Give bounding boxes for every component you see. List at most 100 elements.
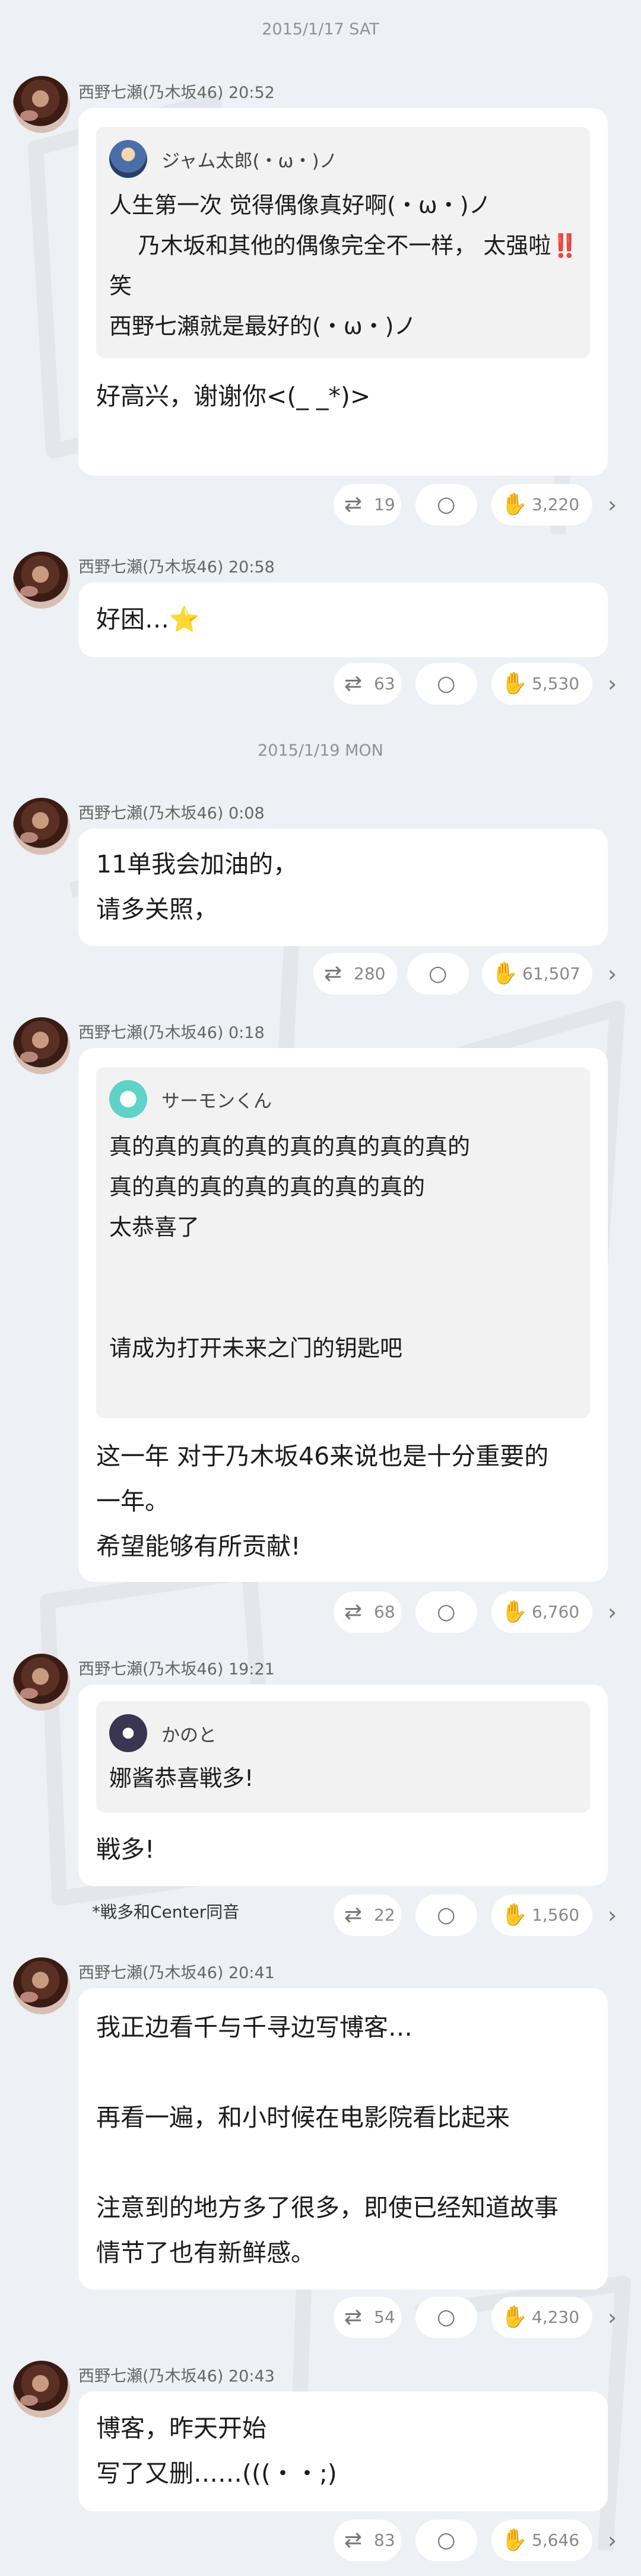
avatar[interactable]: [13, 1957, 70, 2014]
footnote: *戦多和Center同音: [92, 1902, 240, 1922]
quoted-avatar: [109, 1080, 147, 1118]
clap-icon: ✋: [501, 671, 528, 696]
date-separator: 2015/1/19 MON: [258, 741, 383, 760]
comment-icon: ○: [437, 492, 456, 517]
avatar[interactable]: [13, 798, 70, 855]
message-bubble: 好困…⭐: [78, 582, 608, 657]
chevron-right-icon[interactable]: ›: [608, 663, 626, 705]
date-separator: 2015/1/17 SAT: [262, 20, 379, 39]
comment-icon: ○: [437, 1600, 456, 1624]
comment-button[interactable]: ○: [415, 2297, 477, 2338]
quoted-text: 娜酱恭喜戦多!: [109, 1765, 254, 1791]
avatar[interactable]: [13, 1654, 70, 1711]
clap-button[interactable]: ✋ 6,760: [491, 1591, 592, 1633]
clap-count: 5,646: [532, 2530, 580, 2550]
clap-button[interactable]: ✋ 5,530: [491, 663, 592, 705]
message-bubble: 11单我会加油的， 请多关照，: [78, 829, 608, 946]
clap-count: 3,220: [532, 495, 580, 514]
comment-button[interactable]: ○: [415, 663, 477, 705]
clap-count: 5,530: [532, 674, 580, 693]
clap-button[interactable]: ✋ 4,230: [491, 2297, 592, 2338]
retweet-icon: ⇄: [344, 1600, 363, 1624]
retweet-count: 280: [354, 964, 386, 983]
quoted-avatar: [109, 140, 147, 178]
quoted-text: 真的真的真的真的真的真的真的真的 真的真的真的真的真的真的真的 太恭喜了 请成为…: [109, 1133, 471, 1361]
clap-button[interactable]: ✋ 3,220: [491, 484, 592, 526]
message-text: 好困…⭐: [96, 605, 200, 633]
clap-button[interactable]: ✋ 1,560: [491, 1894, 592, 1936]
sender-name: 西野七瀬(乃木坂46) 20:58: [78, 558, 275, 577]
clap-icon: ✋: [501, 492, 528, 517]
comment-icon: ○: [437, 2305, 456, 2329]
sender-name: 西野七瀬(乃木坂46) 19:21: [78, 1660, 275, 1679]
message-bubble: かのと 娜酱恭喜戦多! 戦多!: [78, 1685, 608, 1886]
clap-button[interactable]: ✋ 61,507: [482, 953, 592, 995]
message-bubble: ジャム太郎(・ω・)ノ 人生第一次 觉得偶像真好啊(・ω・)ノ 乃木坂和其他的偶…: [78, 108, 608, 476]
clap-count: 6,760: [532, 1602, 580, 1622]
message-bubble: サーモンくん 真的真的真的真的真的真的真的真的 真的真的真的真的真的真的真的 太…: [78, 1048, 608, 1582]
sender-name: 西野七瀬(乃木坂46) 0:08: [78, 804, 265, 823]
retweet-count: 22: [374, 1905, 395, 1925]
sender-name: 西野七瀬(乃木坂46) 0:18: [78, 1024, 265, 1042]
comment-button[interactable]: ○: [407, 953, 469, 995]
avatar[interactable]: [13, 552, 70, 609]
retweet-button[interactable]: ⇄ 22: [334, 1894, 401, 1936]
chevron-right-icon[interactable]: ›: [608, 1591, 626, 1633]
quoted-message: かのと 娜酱恭喜戦多!: [96, 1701, 590, 1813]
chevron-right-icon[interactable]: ›: [608, 2297, 626, 2338]
clap-button[interactable]: ✋ 5,646: [491, 2520, 592, 2561]
message-text: 11单我会加油的， 请多关照，: [96, 850, 298, 924]
message-bubble: 我正边看千与千寻边写博客… 再看一遍，和小时候在电影院看比起来 注意到的地方多了…: [78, 1988, 608, 2290]
sender-name: 西野七瀬(乃木坂46) 20:41: [78, 1964, 275, 1982]
chevron-right-icon[interactable]: ›: [608, 1894, 626, 1936]
quoted-name: ジャム太郎(・ω・)ノ: [161, 151, 338, 172]
message-bubble: 博客，昨天开始 写了又删……(((・・;): [78, 2392, 608, 2511]
message-text: 戦多!: [96, 1835, 155, 1864]
clap-count: 4,230: [532, 2307, 580, 2327]
retweet-button[interactable]: ⇄ 68: [334, 1591, 401, 1633]
clap-icon: ✋: [501, 1903, 528, 1927]
retweet-icon: ⇄: [344, 671, 363, 696]
retweet-count: 83: [374, 2530, 395, 2550]
comment-button[interactable]: ○: [415, 484, 477, 526]
quoted-message: サーモンくん 真的真的真的真的真的真的真的真的 真的真的真的真的真的真的真的 太…: [96, 1067, 590, 1418]
message-text: 这一年 对于乃木坂46来说也是十分重要的 一年。 希望能够有所贡献!: [96, 1442, 549, 1561]
comment-icon: ○: [437, 2528, 456, 2552]
sender-name: 西野七瀬(乃木坂46) 20:43: [78, 2367, 275, 2386]
clap-count: 1,560: [532, 1905, 580, 1925]
quoted-text: 人生第一次 觉得偶像真好啊(・ω・)ノ 乃木坂和其他的偶像完全不一样， 太强啦‼…: [109, 192, 579, 339]
retweet-count: 63: [374, 674, 395, 693]
clap-count: 61,507: [522, 964, 580, 983]
retweet-count: 19: [374, 495, 395, 514]
retweet-count: 54: [374, 2307, 395, 2327]
retweet-icon: ⇄: [324, 961, 342, 986]
quoted-avatar: [109, 1714, 147, 1752]
clap-icon: ✋: [501, 1600, 528, 1624]
message-text: 我正边看千与千寻边写博客… 再看一遍，和小时候在电影院看比起来 注意到的地方多了…: [96, 2013, 559, 2267]
avatar[interactable]: [13, 1017, 70, 1074]
comment-button[interactable]: ○: [415, 1591, 477, 1633]
chevron-right-icon[interactable]: ›: [608, 484, 626, 526]
retweet-button[interactable]: ⇄ 19: [334, 484, 401, 526]
retweet-button[interactable]: ⇄ 280: [313, 953, 398, 995]
message-text: 博客，昨天开始 写了又删……(((・・;): [96, 2414, 337, 2488]
comment-icon: ○: [429, 961, 448, 986]
retweet-icon: ⇄: [344, 2528, 363, 2552]
chevron-right-icon[interactable]: ›: [608, 2520, 626, 2561]
chevron-right-icon[interactable]: ›: [608, 953, 626, 995]
retweet-button[interactable]: ⇄ 54: [334, 2297, 401, 2338]
clap-icon: ✋: [501, 2528, 528, 2552]
retweet-button[interactable]: ⇄ 63: [334, 663, 401, 705]
retweet-count: 68: [374, 1602, 395, 1622]
retweet-icon: ⇄: [344, 1903, 363, 1927]
quoted-message: ジャム太郎(・ω・)ノ 人生第一次 觉得偶像真好啊(・ω・)ノ 乃木坂和其他的偶…: [96, 127, 590, 358]
avatar[interactable]: [13, 76, 70, 133]
comment-button[interactable]: ○: [415, 2520, 477, 2561]
avatar[interactable]: [13, 2361, 70, 2418]
quoted-name: かのと: [161, 1725, 217, 1746]
retweet-button[interactable]: ⇄ 83: [334, 2520, 401, 2561]
message-text: 好高兴，谢谢你<(_ _*)>: [96, 382, 371, 410]
comment-button[interactable]: ○: [415, 1894, 477, 1936]
retweet-icon: ⇄: [344, 2305, 363, 2329]
clap-icon: ✋: [491, 961, 518, 986]
